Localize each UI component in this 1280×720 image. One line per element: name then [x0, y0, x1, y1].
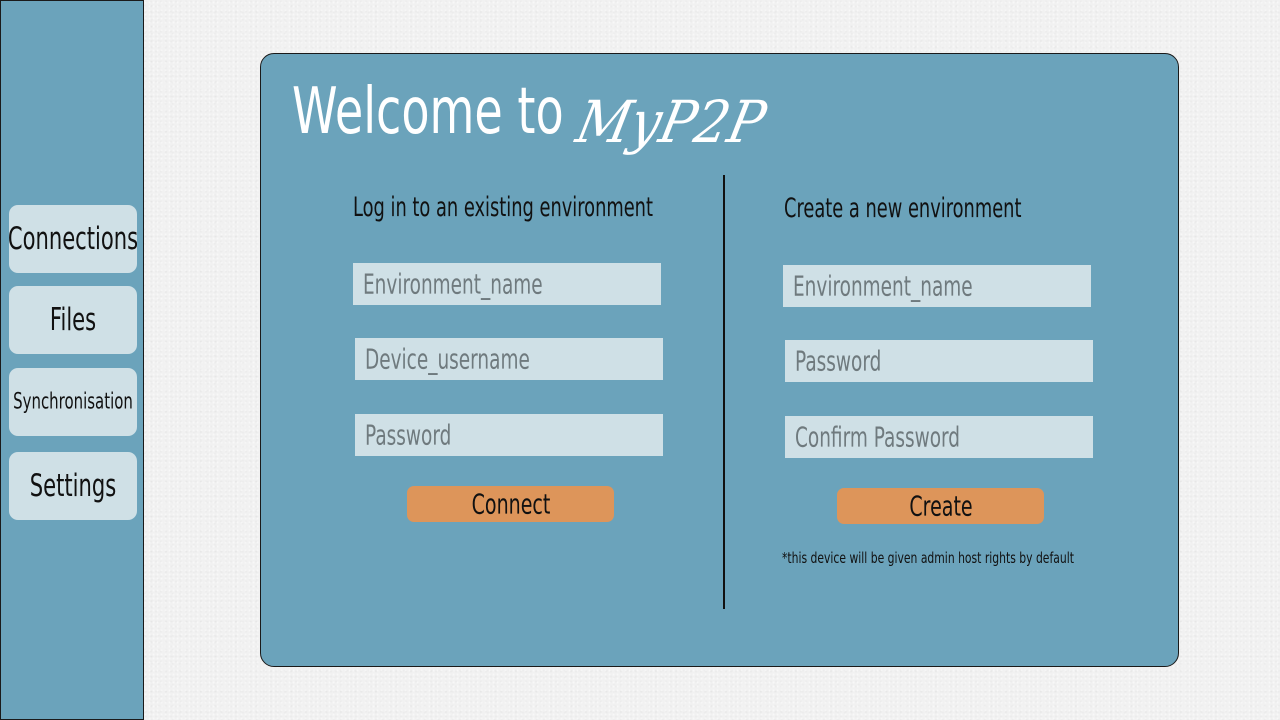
sidebar: Connections Files Synchronisation Settin… [0, 0, 144, 720]
sidebar-item-label: Files [49, 302, 97, 338]
section-divider [723, 175, 725, 609]
login-environment-field[interactable]: Environment_name [353, 263, 661, 305]
connect-button-label: Connect [471, 487, 550, 521]
sidebar-item-settings[interactable]: Settings [9, 452, 137, 520]
sidebar-item-label: Settings [29, 468, 117, 504]
login-environment-placeholder: Environment_name [363, 267, 543, 301]
login-password-field[interactable]: Password [355, 414, 663, 456]
admin-rights-note: *this device will be given admin host ri… [782, 549, 1074, 567]
login-username-field[interactable]: Device_username [355, 338, 663, 380]
create-password-field[interactable]: Password [785, 340, 1093, 382]
sidebar-item-label: Synchronisation [13, 389, 133, 415]
sidebar-item-files[interactable]: Files [9, 286, 137, 354]
create-confirm-password-field[interactable]: Confirm Password [785, 416, 1093, 458]
login-password-placeholder: Password [365, 418, 452, 452]
create-button-label: Create [908, 489, 973, 523]
login-username-placeholder: Device_username [365, 342, 530, 376]
create-button[interactable]: Create [837, 488, 1044, 524]
login-section-title: Log in to an existing environment [353, 192, 653, 223]
connect-button[interactable]: Connect [407, 486, 614, 522]
create-environment-placeholder: Environment_name [793, 269, 973, 303]
create-password-placeholder: Password [795, 344, 882, 378]
welcome-text: Welcome to [292, 75, 564, 149]
sidebar-item-label: Connections [9, 221, 137, 257]
create-environment-field[interactable]: Environment_name [783, 265, 1091, 307]
create-section-title: Create a new environment [784, 193, 1022, 224]
brand-logo: MyP2P [570, 88, 772, 156]
sidebar-item-connections[interactable]: Connections [9, 205, 137, 273]
sidebar-item-synchronisation[interactable]: Synchronisation [9, 368, 137, 436]
create-confirm-password-placeholder: Confirm Password [795, 420, 961, 454]
